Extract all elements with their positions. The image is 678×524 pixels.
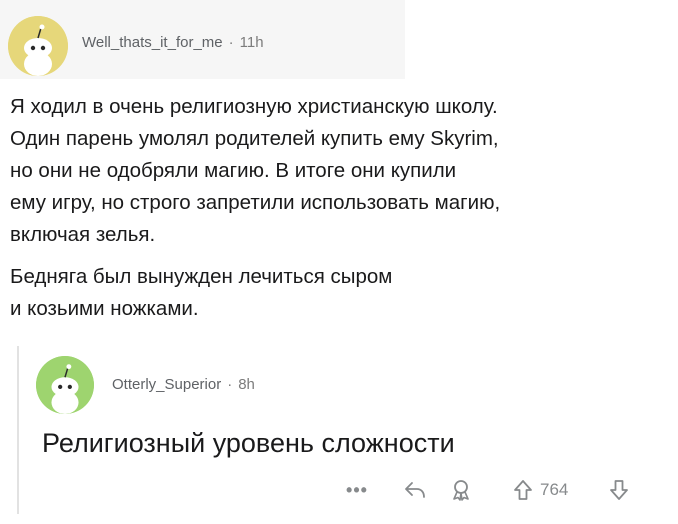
- comment-meta: Well_thats_it_for_me · 11h: [82, 34, 264, 51]
- separator-dot: ·: [228, 34, 234, 51]
- downvote-arrow-icon: [610, 480, 628, 500]
- avatar[interactable]: [8, 16, 68, 76]
- comment-line: но они не одобряли магию. В итоге они ку…: [10, 159, 457, 182]
- timestamp: 11h: [239, 34, 264, 51]
- reply-meta: Otterly_Superior · 8h: [112, 376, 255, 393]
- downvote-button[interactable]: [606, 474, 632, 506]
- share-button[interactable]: [402, 474, 428, 506]
- reply-username-link[interactable]: Otterly_Superior: [112, 376, 221, 393]
- comment-line: ему игру, но строго запретили использова…: [10, 191, 501, 214]
- separator-dot: ·: [227, 376, 233, 393]
- award-button[interactable]: [448, 474, 474, 506]
- comment-line: Я ходил в очень религиозную христианскую…: [10, 95, 498, 118]
- snoo-avatar-icon: [36, 356, 94, 414]
- upvote-button[interactable]: [510, 474, 536, 506]
- reply-text: Религиозный уровень сложности: [42, 428, 455, 458]
- upvote-arrow-icon: [514, 480, 532, 500]
- reply-action-bar: ••• 764: [0, 474, 678, 506]
- share-arrow-icon: [405, 482, 425, 498]
- comment-line: и козьими ножками.: [10, 297, 199, 320]
- award-icon: [453, 480, 469, 501]
- comment-line: включая зелья.: [10, 223, 156, 246]
- comment-line: Бедняга был вынужден лечиться сыром: [10, 265, 393, 288]
- more-options-button[interactable]: •••: [342, 474, 372, 506]
- comment-body: Я ходил в очень религиозную христианскую…: [10, 91, 650, 325]
- reply-timestamp: 8h: [238, 376, 255, 393]
- vote-count: 764: [540, 480, 569, 499]
- username-link[interactable]: Well_thats_it_for_me: [82, 34, 223, 51]
- snoo-avatar-icon: [8, 16, 68, 76]
- reply-avatar[interactable]: [36, 356, 94, 414]
- comment-line: Один парень умолял родителей купить ему …: [10, 127, 499, 150]
